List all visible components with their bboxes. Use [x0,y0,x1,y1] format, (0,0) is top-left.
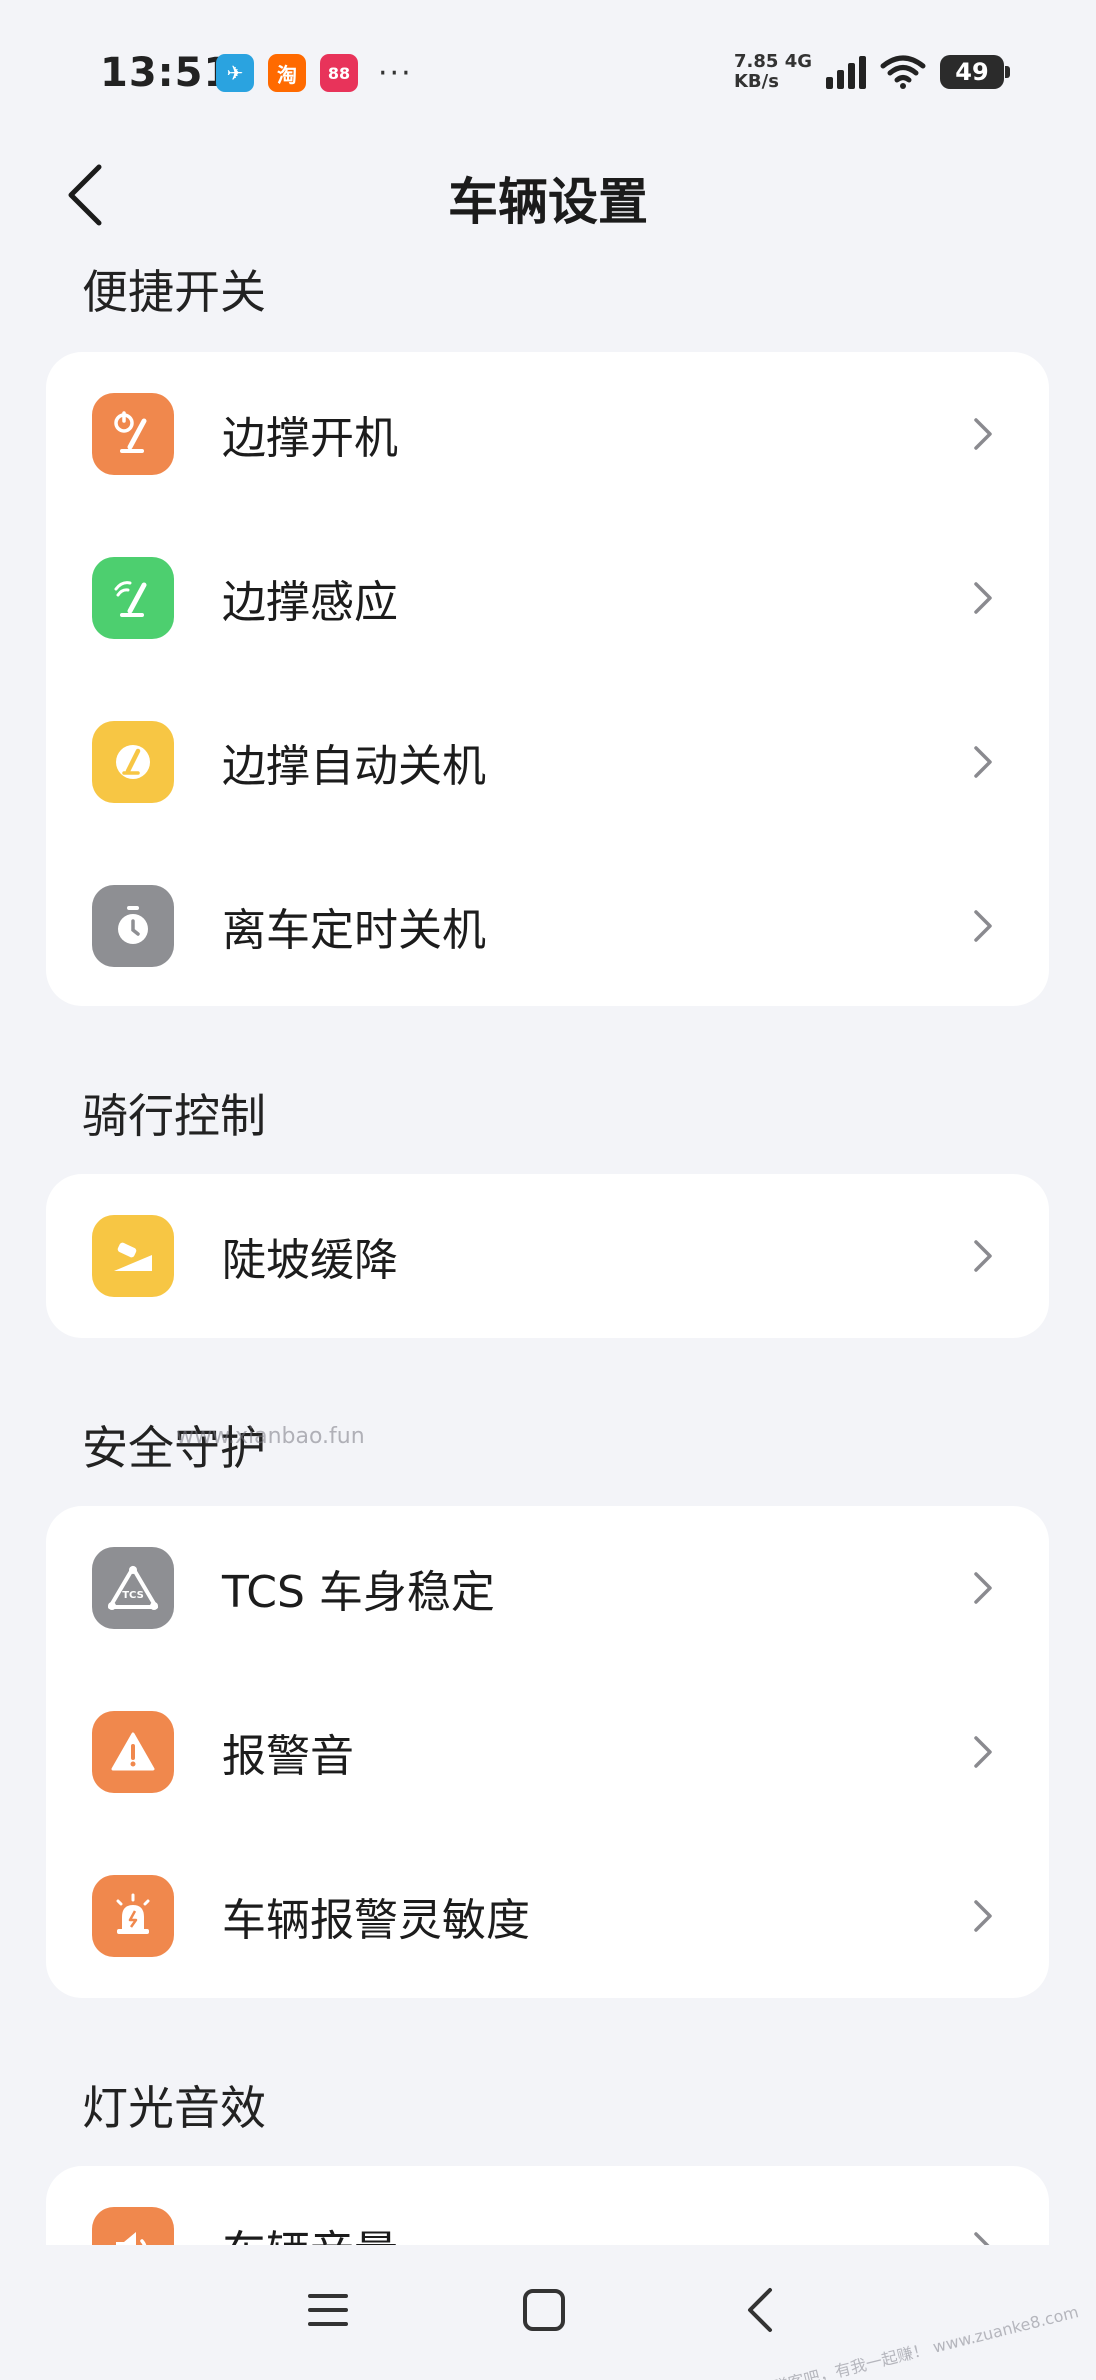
menu-icon [308,2294,348,2326]
section-title-ride-control: 骑行控制 [82,1089,266,1143]
status-time: 13:51 [100,50,233,96]
taobao-icon: 淘 [268,54,306,92]
kickstand-power-icon [92,393,174,475]
menu-button[interactable] [288,2275,368,2345]
row-label: 离车定时关机 [222,905,486,956]
network-type: 4G [784,51,812,72]
card-ride-control: 陡坡缓降 [46,1174,1049,1338]
wifi-icon [880,55,926,89]
battery-icon: 49 [940,55,1010,89]
row-label: 车辆报警灵敏度 [222,1895,530,1946]
chevron-right-icon [969,1568,997,1608]
corner-watermark: 赚客吧，有我一起赚！ www.zuanke8.com [770,2302,1080,2380]
back-icon [748,2288,772,2332]
row-kickstand-sensor[interactable]: 边撑感应 [46,516,1049,680]
home-icon [523,2289,565,2331]
signal-icon [826,55,866,89]
warning-icon [92,1711,174,1793]
chevron-right-icon [969,1732,997,1772]
kickstand-auto-off-icon [92,721,174,803]
speed-unit: KB/s [733,71,779,92]
row-leave-timer-off[interactable]: 离车定时关机 [46,844,1049,1006]
row-label: 边撑自动关机 [222,741,486,792]
page-title: 车辆设置 [448,173,648,231]
card-quick-switch: 边撑开机 边撑感应 边撑自动关机 离车定时关机 [46,352,1049,1006]
watermark: www.xianbao.fun [176,1424,365,1449]
status-right: 7.85 4G KB/s 49 [734,52,1010,92]
chevron-right-icon [969,906,997,946]
chevron-right-icon [969,578,997,618]
row-kickstand-power-on[interactable]: 边撑开机 [46,352,1049,516]
notification-icons: ✈ 淘 88 ··· [216,54,413,92]
svg-text:TCS: TCS [122,1590,144,1601]
app-icon: 88 [320,54,358,92]
timer-icon [92,885,174,967]
row-alarm-sound[interactable]: 报警音 [46,1670,1049,1834]
section-title-quick-switch: 便捷开关 [82,265,266,319]
home-button[interactable] [504,2275,584,2345]
row-label: 陡坡缓降 [222,1235,398,1286]
alarm-siren-icon [92,1875,174,1957]
row-label: TCS 车身稳定 [222,1567,495,1618]
section-title-light-sound: 灯光音效 [82,2081,266,2135]
row-label: 报警音 [222,1731,354,1782]
row-label: 边撑开机 [222,413,398,464]
card-safety: TCS TCS 车身稳定 报警音 车辆报警灵敏度 [46,1506,1049,1998]
vehicle-settings-page: 13:51 ✈ 淘 88 ··· 7.85 4G KB/s 49 车辆设置 便捷… [0,0,1096,2380]
status-bar: 13:51 ✈ 淘 88 ··· 7.85 4G KB/s 49 [0,0,1096,150]
row-hill-descent[interactable]: 陡坡缓降 [46,1174,1049,1338]
chevron-right-icon [969,1896,997,1936]
system-nav-bar: 赚客吧，有我一起赚！ www.zuanke8.com [0,2245,1096,2380]
speed-value: 7.85 [733,51,779,72]
hill-descent-icon [92,1215,174,1297]
network-speed: 7.85 4G KB/s [734,52,812,92]
row-alarm-sensitivity[interactable]: 车辆报警灵敏度 [46,1834,1049,1998]
more-notifications-icon: ··· [378,55,413,91]
kickstand-sensor-icon [92,557,174,639]
chevron-right-icon [969,742,997,782]
chevron-right-icon [969,1236,997,1276]
row-tcs[interactable]: TCS TCS 车身稳定 [46,1506,1049,1670]
tcs-icon: TCS [92,1547,174,1629]
nav-back-button[interactable] [720,2275,800,2345]
row-kickstand-auto-off[interactable]: 边撑自动关机 [46,680,1049,844]
telegram-icon: ✈ [216,54,254,92]
app-header: 车辆设置 [0,150,1096,240]
chevron-right-icon [969,414,997,454]
row-label: 边撑感应 [222,577,398,628]
